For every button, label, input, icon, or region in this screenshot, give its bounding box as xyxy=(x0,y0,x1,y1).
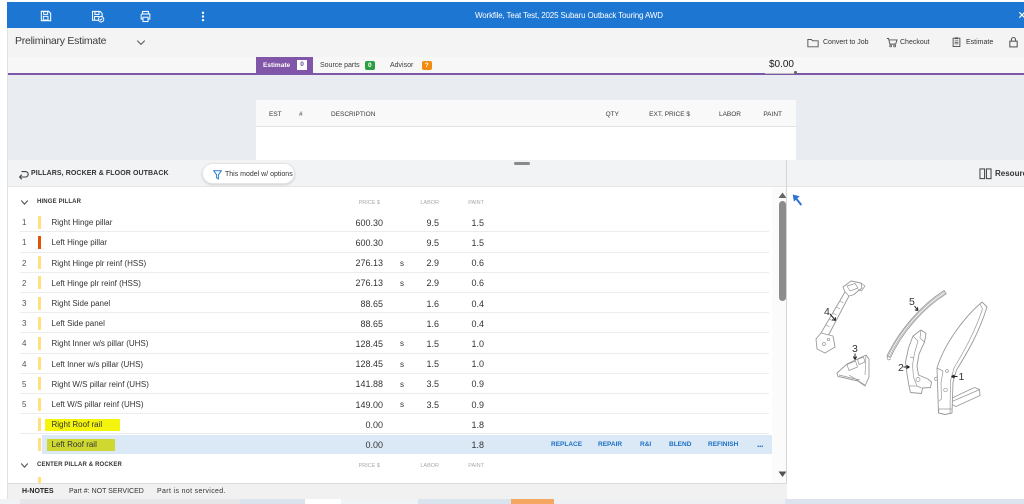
svg-text:5: 5 xyxy=(909,296,915,308)
svg-text:1: 1 xyxy=(959,371,965,383)
svg-text:2: 2 xyxy=(898,362,904,374)
svg-text:3: 3 xyxy=(852,343,858,355)
svg-text:4: 4 xyxy=(824,306,830,318)
